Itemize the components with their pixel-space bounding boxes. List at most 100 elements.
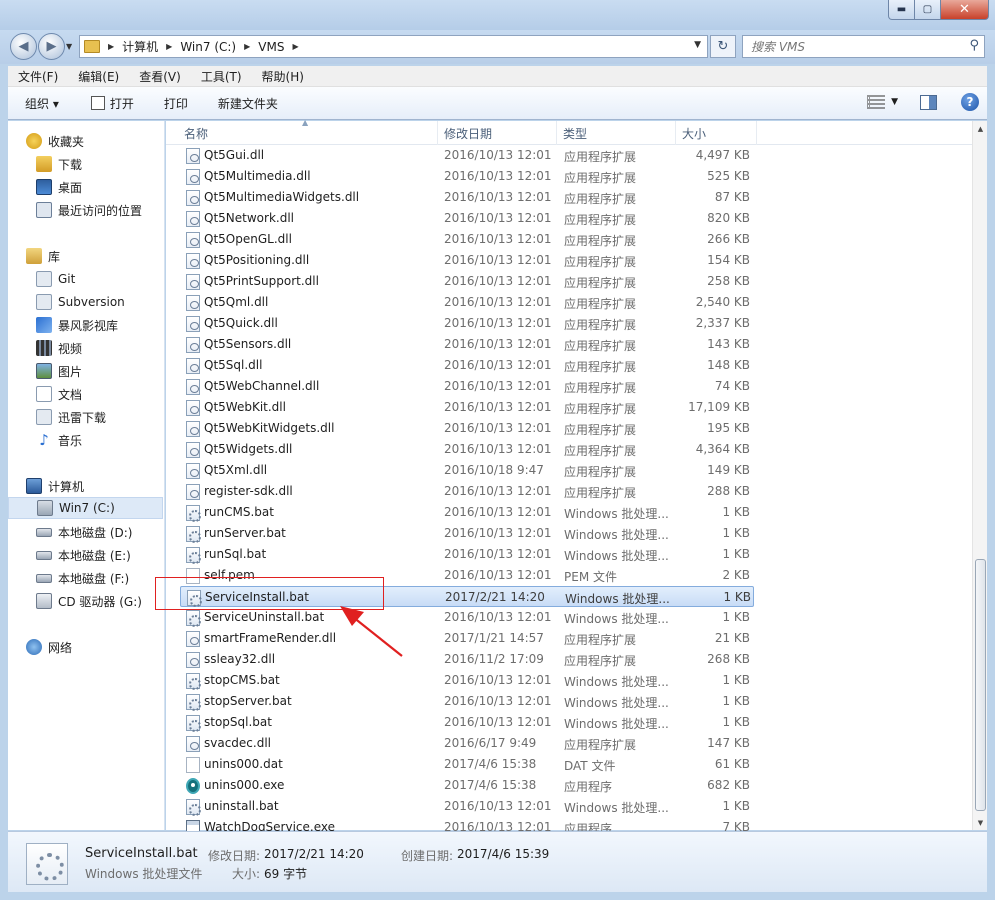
preview-pane-icon[interactable] xyxy=(920,94,937,110)
help-icon[interactable]: ? xyxy=(961,93,979,111)
breadcrumb-drive-c[interactable]: Win7 (C:) xyxy=(180,40,236,54)
address-history-dropdown[interactable]: ▼ xyxy=(694,40,701,50)
file-row[interactable]: Qt5PrintSupport.dll 2016/10/13 12:01 应用程序扩… xyxy=(180,271,754,292)
vertical-scrollbar[interactable]: ▲ ▼ xyxy=(972,121,987,830)
sidebar-item-music[interactable]: ♪ 音乐 xyxy=(36,429,164,451)
file-row[interactable]: Qt5WebChannel.dll 2016/10/13 12:01 应用程序扩展 7… xyxy=(180,376,754,397)
column-name[interactable]: 名称 xyxy=(178,121,438,145)
file-type: 应用程序扩展 xyxy=(564,738,637,752)
column-size[interactable]: 大小 xyxy=(676,121,757,145)
sidebar-item-cd-drive-g[interactable]: CD 驱动器 (G:) xyxy=(36,590,164,612)
menu-view[interactable]: 查看(V) xyxy=(129,68,191,85)
forward-button[interactable]: ▶ xyxy=(38,33,65,60)
column-type[interactable]: 类型 xyxy=(557,121,676,145)
file-row[interactable]: Qt5Network.dll 2016/10/13 12:01 应用程序扩展 820 … xyxy=(180,208,754,229)
file-row[interactable]: Qt5Widgets.dll 2016/10/13 12:01 应用程序扩展 4,36… xyxy=(180,439,754,460)
column-date-modified[interactable]: 修改日期 xyxy=(438,121,557,145)
file-row[interactable]: Qt5Sql.dll 2016/10/13 12:01 应用程序扩展 148 KB xyxy=(180,355,754,376)
scroll-up-icon[interactable]: ▲ xyxy=(973,121,988,136)
file-row[interactable]: runSql.bat 2016/10/13 12:01 Windows 批处理...… xyxy=(180,544,754,565)
breadcrumb-separator-icon[interactable]: ▶ xyxy=(166,42,172,51)
sidebar-item-pictures[interactable]: 图片 xyxy=(36,360,164,382)
dll-file-icon xyxy=(186,232,200,248)
sidebar-item-drive-d[interactable]: 本地磁盘 (D:) xyxy=(36,521,164,543)
sidebar-item-git[interactable]: Git xyxy=(36,268,164,290)
sidebar-item-desktop[interactable]: 桌面 xyxy=(36,176,164,198)
breadcrumb-separator-icon[interactable]: ▶ xyxy=(292,42,298,51)
file-row[interactable]: ssleay32.dll 2016/11/2 17:09 应用程序扩展 268 KB xyxy=(180,649,754,670)
file-date-modified: 2016/10/13 12:01 xyxy=(444,484,552,498)
sidebar-item-recent-places[interactable]: 最近访问的位置 xyxy=(36,199,164,221)
file-row[interactable]: Qt5WebKit.dll 2016/10/13 12:01 应用程序扩展 17,10… xyxy=(180,397,754,418)
file-row[interactable]: Qt5MultimediaWidgets.dll 2016/10/13 12:01… xyxy=(180,187,754,208)
menu-file[interactable]: 文件(F) xyxy=(8,68,68,85)
sidebar-item-baofeng-library[interactable]: 暴风影视库 xyxy=(36,314,164,336)
window-controls: ▬ ▢ ✕ xyxy=(888,0,989,20)
back-button[interactable]: ◀ xyxy=(10,33,37,60)
sidebar-item-drive-f[interactable]: 本地磁盘 (F:) xyxy=(36,567,164,589)
breadcrumb-computer[interactable]: 计算机 xyxy=(122,38,158,55)
file-row[interactable]: Qt5WebKitWidgets.dll 2016/10/13 12:01 应用程序… xyxy=(180,418,754,439)
recent-pages-dropdown[interactable]: ▼ xyxy=(66,42,72,51)
organize-button[interactable]: 组织 ▾ xyxy=(25,95,59,112)
breadcrumb-separator-icon[interactable]: ▶ xyxy=(108,42,114,51)
scroll-down-icon[interactable]: ▼ xyxy=(973,815,988,830)
breadcrumb-vms[interactable]: VMS xyxy=(258,40,284,54)
file-row[interactable]: runServer.bat 2016/10/13 12:01 Windows 批处理… xyxy=(180,523,754,544)
file-size: 266 KB xyxy=(707,232,750,246)
sidebar-item-subversion[interactable]: Subversion xyxy=(36,291,164,313)
file-row[interactable]: stopCMS.bat 2016/10/13 12:01 Windows 批处理..… xyxy=(180,670,754,691)
file-row[interactable]: Qt5Qml.dll 2016/10/13 12:01 应用程序扩展 2,540 KB xyxy=(180,292,754,313)
file-row[interactable]: Qt5Quick.dll 2016/10/13 12:01 应用程序扩展 2,337 … xyxy=(180,313,754,334)
close-button[interactable]: ✕ xyxy=(941,0,989,20)
sidebar-item-favorites[interactable]: 收藏夹 xyxy=(26,130,164,152)
file-row[interactable]: runCMS.bat 2016/10/13 12:01 Windows 批处理...… xyxy=(180,502,754,523)
sidebar-item-libraries[interactable]: 库 xyxy=(26,245,164,267)
menu-edit[interactable]: 编辑(E) xyxy=(68,68,129,85)
view-options-dropdown[interactable]: ▼ xyxy=(891,97,898,107)
file-row[interactable]: uninstall.bat 2016/10/13 12:01 Windows 批处理… xyxy=(180,796,754,817)
open-button[interactable]: 打开 xyxy=(90,95,134,112)
sidebar-item-downloads[interactable]: 下载 xyxy=(36,153,164,175)
file-row[interactable]: svacdec.dll 2016/6/17 9:49 应用程序扩展 147 KB xyxy=(180,733,754,754)
file-row[interactable]: unins000.dat 2017/4/6 15:38 DAT 文件 61 KB xyxy=(180,754,754,775)
minimize-button[interactable]: ▬ xyxy=(888,0,915,20)
file-row[interactable]: ServiceUninstall.bat 2016/10/13 12:01 Wind… xyxy=(180,607,754,628)
search-input[interactable] xyxy=(743,36,953,57)
file-row[interactable]: stopServer.bat 2016/10/13 12:01 Windows 批处… xyxy=(180,691,754,712)
file-date-modified: 2016/10/13 12:01 xyxy=(444,295,552,309)
breadcrumb-separator-icon[interactable]: ▶ xyxy=(244,42,250,51)
refresh-button[interactable]: ↻ xyxy=(710,35,736,58)
print-button[interactable]: 打印 xyxy=(164,95,188,112)
file-row[interactable]: unins000.exe 2017/4/6 15:38 应用程序 682 KB xyxy=(180,775,754,796)
file-row[interactable]: Qt5Sensors.dll 2016/10/13 12:01 应用程序扩展 143 … xyxy=(180,334,754,355)
sidebar-item-videos[interactable]: 视频 xyxy=(36,337,164,359)
file-row[interactable]: Qt5Xml.dll 2016/10/18 9:47 应用程序扩展 149 KB xyxy=(180,460,754,481)
sidebar-item-thunder-downloads[interactable]: 迅雷下载 xyxy=(36,406,164,428)
sidebar-item-documents[interactable]: 文档 xyxy=(36,383,164,405)
file-row[interactable]: Qt5Multimedia.dll 2016/10/13 12:01 应用程序扩展 5… xyxy=(180,166,754,187)
search-icon[interactable]: ⚲ xyxy=(969,38,979,53)
file-row[interactable]: smartFrameRender.dll 2017/1/21 14:57 应用程序扩… xyxy=(180,628,754,649)
sidebar-item-drive-c[interactable]: Win7 (C:) xyxy=(8,497,163,519)
change-view-icon[interactable] xyxy=(867,95,886,109)
menu-tools[interactable]: 工具(T) xyxy=(191,68,252,85)
address-bar[interactable]: ▶ 计算机 ▶ Win7 (C:) ▶ VMS ▶ ▼ xyxy=(79,35,708,58)
file-row[interactable]: Qt5Positioning.dll 2016/10/13 12:01 应用程序扩展… xyxy=(180,250,754,271)
scrollbar-thumb[interactable] xyxy=(975,559,986,811)
toolbar-right: ▼ ? xyxy=(867,93,979,111)
file-row[interactable]: stopSql.bat 2016/10/13 12:01 Windows 批处理..… xyxy=(180,712,754,733)
file-row[interactable]: Qt5OpenGL.dll 2016/10/13 12:01 应用程序扩展 266 K… xyxy=(180,229,754,250)
sidebar-item-label: 本地磁盘 (D:) xyxy=(58,525,133,540)
new-folder-button[interactable]: 新建文件夹 xyxy=(218,95,278,112)
file-size: 258 KB xyxy=(707,274,750,288)
file-row[interactable]: Qt5Gui.dll 2016/10/13 12:01 应用程序扩展 4,497 KB xyxy=(180,145,754,166)
sidebar-item-drive-e[interactable]: 本地磁盘 (E:) xyxy=(36,544,164,566)
maximize-button[interactable]: ▢ xyxy=(915,0,941,20)
menu-help[interactable]: 帮助(H) xyxy=(252,68,314,85)
file-row[interactable]: register-sdk.dll 2016/10/13 12:01 应用程序扩展 28… xyxy=(180,481,754,502)
sidebar-item-label: CD 驱动器 (G:) xyxy=(58,594,142,609)
search-box[interactable]: ⚲ xyxy=(742,35,985,58)
sidebar-item-network[interactable]: 网络 xyxy=(26,636,164,658)
sidebar-item-computer[interactable]: 计算机 xyxy=(26,475,164,497)
